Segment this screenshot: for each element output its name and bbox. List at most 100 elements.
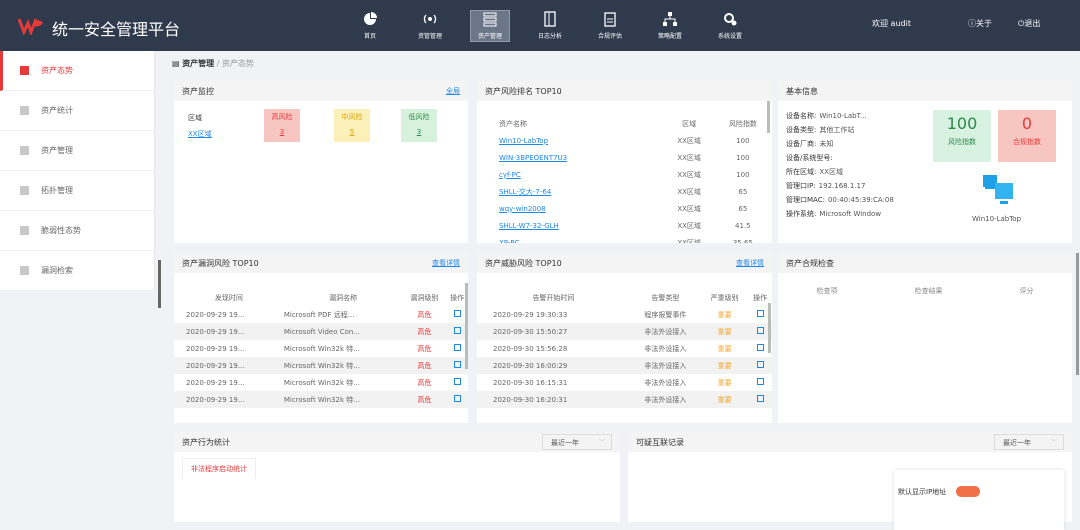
info-field: 设备类型: 其他工作站 (786, 126, 855, 134)
sidebar-item-asset-statistics[interactable]: 资产统计 (0, 91, 154, 131)
edit-icon[interactable] (453, 395, 461, 402)
behavior-stats-panel: 资产行为统计 最近一年 非法程序启动统计 (174, 432, 620, 522)
table-row: 2020-09-30 16:15:31 非法外设接入 重要 (477, 374, 772, 391)
severity-cell: 重要 (700, 357, 749, 374)
alert-type-cell: 非法外设接入 (629, 357, 701, 374)
edit-icon[interactable] (756, 344, 764, 351)
sidebar-item-vulnerability[interactable]: 脆弱性态势 (0, 211, 154, 251)
connect-period-select[interactable]: 最近一年 (994, 434, 1064, 450)
alert-time-cell: 2020-09-30 16:20:31 (477, 391, 630, 408)
top-header: 统一安全管理平台 首页 资管管理 资产管理 日志分析 合规评估 策略配置 系统设… (0, 0, 1080, 51)
table-row: SHLL-W7-32-GLH XX区域 41.5 (477, 217, 772, 234)
logout-link[interactable]: ⏻退出 (1018, 18, 1040, 29)
sidebar-resize-handle[interactable] (158, 260, 161, 308)
risk-index-cell: 65 (738, 204, 748, 213)
ip-display-toggle[interactable] (956, 486, 980, 497)
search-icon (20, 266, 29, 275)
asset-name-link[interactable]: cyf-PC (477, 166, 665, 183)
shield-icon (20, 226, 29, 235)
vuln-name-cell: Microsoft Win32k 特... (283, 357, 403, 374)
edit-icon[interactable] (756, 310, 764, 317)
asset-name-link[interactable]: Win10-LabTop (477, 132, 665, 149)
asset-name-link[interactable]: wqy-win2008 (477, 200, 665, 217)
table-row: 2020-09-29 19... Microsoft Win32k 特... 高危 (174, 374, 468, 391)
info-icon: ⓘ (968, 19, 976, 28)
chart-icon (20, 106, 29, 115)
edit-icon[interactable] (453, 327, 461, 334)
vuln-detail-link[interactable]: 查看详情 (432, 258, 460, 268)
network-icon (663, 12, 677, 26)
asset-name-link[interactable]: WIN-3BPEOENT7U3 (477, 149, 665, 166)
about-link[interactable]: ⓘ关于 (968, 18, 992, 29)
behavior-period-select[interactable]: 最近一年 (542, 434, 612, 450)
risk-rank-panel: 资产风险排名 TOP10 资产名称 区域 风险指数 Win10-LabTop XX区域… (477, 81, 772, 243)
mid-risk-card[interactable]: 中风险 5 (334, 109, 370, 142)
nav-log-analysis[interactable]: 日志分析 (520, 0, 580, 51)
panel-title: 资产威胁风险 TOP10 (485, 258, 562, 268)
dashboard-icon (20, 66, 29, 75)
computer-icon (983, 175, 1013, 204)
scrollbar[interactable] (768, 303, 771, 353)
basic-info-fields: 设备名称: Win10-LabT... 设备类型: 其他工作站 设备厂商: 未知 设备/系统… (786, 109, 894, 221)
region-cell: XX区域 (677, 204, 701, 213)
edit-icon[interactable] (453, 361, 461, 368)
alert-type-cell: 非法外设接入 (629, 391, 701, 408)
scrollbar[interactable] (465, 283, 468, 369)
panel-title: 资产行为统计 (182, 437, 230, 447)
nav-asset-management[interactable]: 资产管理 (460, 0, 520, 51)
sidebar-item-asset-management[interactable]: 资产管理 (0, 131, 154, 171)
sidebar-item-vuln-search[interactable]: 漏洞检索 (0, 251, 154, 291)
table-row: Win10-LabTop XX区域 100 (477, 132, 772, 149)
vuln-level-cell: 高危 (417, 344, 432, 353)
edit-icon[interactable] (453, 378, 461, 385)
vuln-name-cell: Microsoft Win32k 特... (283, 344, 360, 353)
nav-policy[interactable]: 策略配置 (640, 0, 700, 51)
scrollbar[interactable] (767, 101, 770, 133)
found-time-cell: 2020-09-29 19... (174, 323, 284, 340)
found-time-cell: 2020-09-29 19... (186, 378, 245, 387)
edit-icon[interactable] (453, 344, 461, 351)
breadcrumb-root[interactable]: 资产管理 (182, 59, 214, 68)
sidebar-item-asset-situation[interactable]: 资产态势 (0, 51, 154, 91)
risk-index-cell: 35.65 (732, 238, 753, 244)
risk-index-cell: 100 (736, 136, 750, 145)
global-link[interactable]: 全局 (446, 86, 460, 96)
region-link[interactable]: XX区域 (188, 129, 212, 139)
pie-chart-icon (364, 12, 377, 25)
nav-resource[interactable]: 资管管理 (400, 0, 460, 51)
topology-icon (20, 186, 29, 195)
asset-name-link[interactable]: XP-PC (477, 234, 665, 244)
low-risk-card[interactable]: 低风险 3 (401, 109, 437, 142)
asset-name-link[interactable]: SHLL-交大-7-64 (477, 183, 665, 200)
vuln-name-cell: Microsoft Win32k 特... (283, 378, 360, 387)
region-cell: XX区域 (677, 221, 701, 230)
table-row: 2020-09-30 15:56:28 非法外设接入 重要 (477, 340, 772, 357)
tab-illegal-program[interactable]: 非法程序启动统计 (182, 458, 256, 479)
table-row: 2020-09-29 19:30:33 程序报警事件 重要 (477, 306, 772, 323)
broadcast-icon (423, 14, 437, 24)
alert-time-cell: 2020-09-29 19:30:33 (493, 310, 568, 319)
nav-compliance[interactable]: 合规评估 (580, 0, 640, 51)
sidebar-item-topology[interactable]: 拓扑管理 (0, 171, 154, 211)
edit-icon[interactable] (756, 378, 764, 385)
vuln-name-cell: Microsoft Win32k 特... (283, 391, 403, 408)
breadcrumb-current: 资产态势 (221, 59, 254, 68)
edit-icon[interactable] (756, 327, 764, 334)
vuln-level-cell: 高危 (417, 378, 432, 387)
threat-detail-link[interactable]: 查看详情 (736, 258, 764, 268)
vuln-level-cell: 高危 (402, 391, 447, 408)
nav-home[interactable]: 首页 (340, 0, 400, 51)
asset-name-link[interactable]: SHLL-W7-32-GLH (477, 217, 665, 234)
edit-icon[interactable] (453, 310, 461, 317)
page-scrollbar[interactable] (1076, 253, 1079, 375)
found-time-cell: 2020-09-29 19... (174, 391, 284, 408)
server-icon (483, 12, 497, 27)
high-risk-card[interactable]: 高风险 3 (264, 109, 300, 142)
nav-settings[interactable]: 系统设置 (700, 0, 760, 51)
edit-icon[interactable] (756, 361, 764, 368)
vuln-name-cell: Microsoft PDF 远程... (283, 310, 355, 319)
risk-index-cell: 100 (736, 153, 750, 162)
edit-icon[interactable] (756, 395, 764, 402)
table-row: 2020-09-30 15:50:27 非法外设接入 重要 (477, 323, 772, 340)
alert-time-cell: 2020-09-30 16:00:29 (477, 357, 630, 374)
